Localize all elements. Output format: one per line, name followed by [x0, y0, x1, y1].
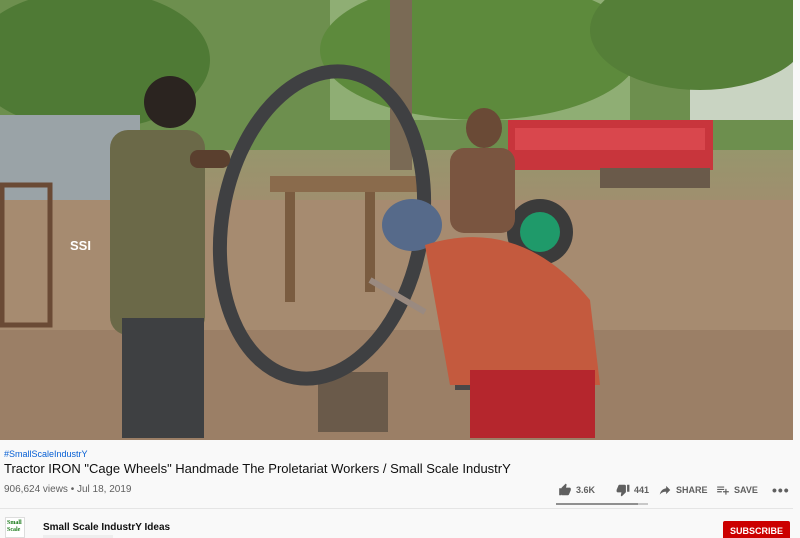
sentiment-bar [556, 503, 648, 505]
video-frame: SSI [0, 0, 793, 440]
like-count: 3.6K [576, 485, 596, 495]
video-title: Tractor IRON "Cage Wheels" Handmade The … [4, 461, 511, 476]
thumbs-down-icon [616, 484, 630, 497]
thumbs-up-icon [559, 483, 571, 496]
share-label: SHARE [676, 485, 708, 495]
dislike-button[interactable]: 441 [616, 483, 656, 497]
dislike-count: 441 [634, 485, 650, 495]
video-meta: 906,624 views • Jul 18, 2019 [4, 484, 132, 495]
meta-separator: • [67, 484, 77, 495]
hashtag-link[interactable]: #SmallScaleIndustrY [4, 449, 88, 459]
video-actions: 3.6K 441 SHARE SAVE ••• [558, 481, 790, 499]
divider [0, 508, 793, 509]
channel-avatar[interactable]: Small Scale [5, 517, 25, 538]
subscribe-button[interactable]: SUBSCRIBE [723, 521, 790, 538]
share-icon [659, 485, 671, 495]
sentiment-bar-fill [556, 503, 638, 505]
channel-name[interactable]: Small Scale IndustrY Ideas [43, 522, 170, 533]
save-label: SAVE [734, 485, 758, 495]
more-icon: ••• [772, 482, 790, 498]
video-watermark: SSI [70, 238, 91, 253]
like-button[interactable]: 3.6K [558, 483, 616, 497]
share-button[interactable]: SHARE [658, 483, 716, 497]
avatar-text: Small Scale [7, 520, 22, 533]
save-button[interactable]: SAVE [716, 483, 772, 497]
upload-date: Jul 18, 2019 [77, 484, 132, 495]
video-player[interactable]: SSI [0, 0, 793, 440]
playlist-add-icon [717, 486, 729, 495]
view-count: 906,624 views [4, 484, 68, 495]
more-actions-button[interactable]: ••• [772, 482, 790, 498]
